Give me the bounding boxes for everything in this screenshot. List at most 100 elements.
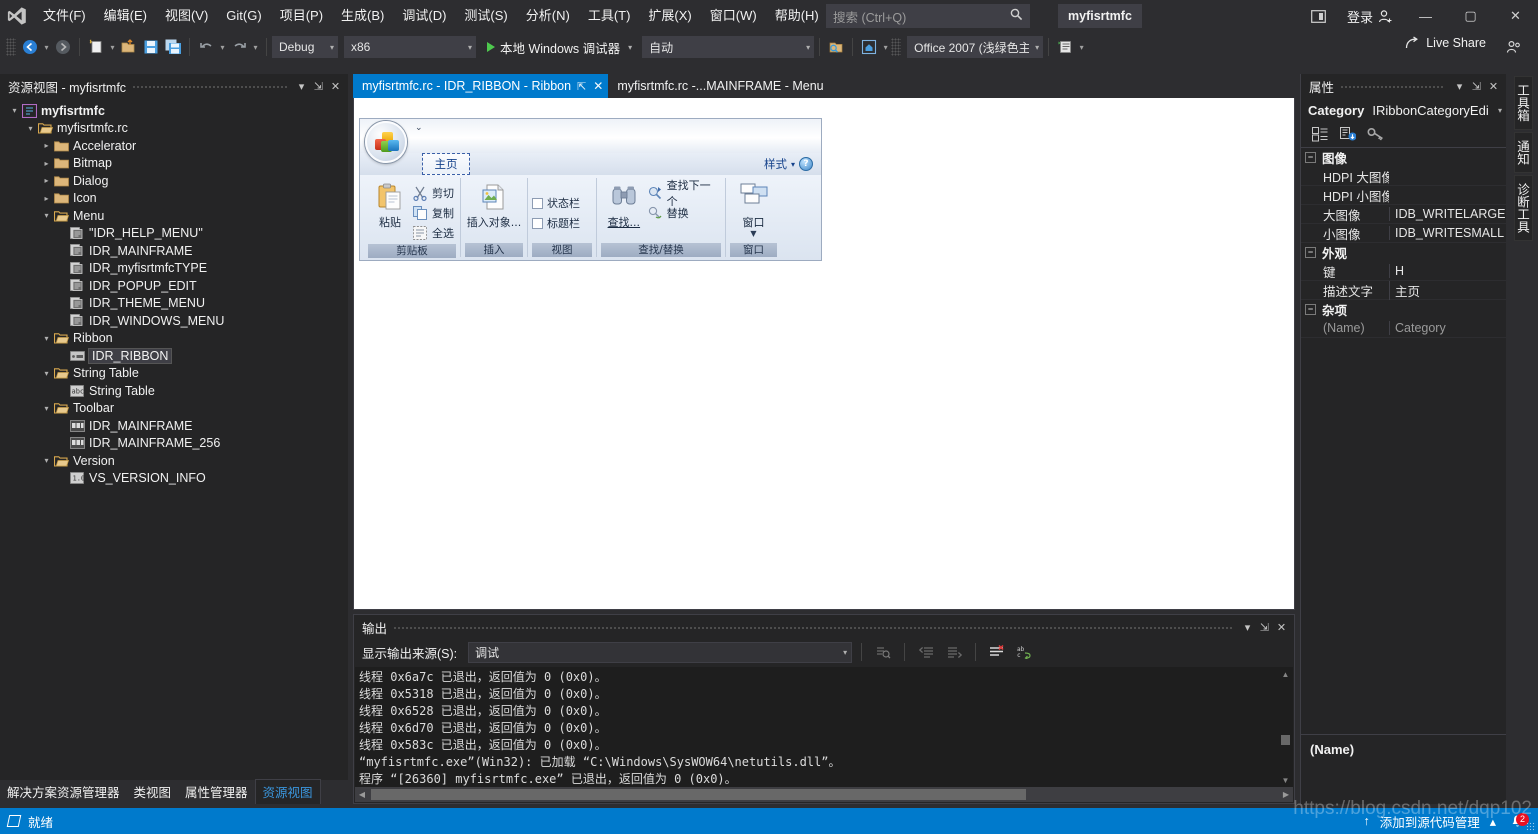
home-dropdown-icon[interactable]: ▾ [880,35,891,59]
tree-item-accelerator[interactable]: ▸ Accelerator [0,137,348,155]
expander-icon[interactable]: ▾ [40,211,53,220]
save-icon[interactable] [140,35,162,59]
left-tab-3[interactable]: 资源视图 [254,779,321,804]
tree-item-idr_popup_edit[interactable]: IDR_POPUP_EDIT [0,277,348,295]
ribbon-button-window[interactable]: 窗口 ▼ [730,182,777,238]
vertical-tab-2[interactable]: 诊断工具 [1514,174,1533,241]
panel-menu-icon[interactable]: ▾ [293,76,310,96]
property-value[interactable]: IDB_WRITESMALL [1389,226,1506,240]
help-icon[interactable]: ? [799,157,813,171]
tree-item-ribbon[interactable]: ▾ Ribbon [0,330,348,348]
tab-idr-mainframe-menu[interactable]: myfisrtmfc.rc -...MAINFRAME - Menu [608,74,829,98]
toggle-word-wrap-icon[interactable]: ab c [1013,641,1037,663]
property-row[interactable]: 键H [1301,262,1506,281]
tab-idr-ribbon[interactable]: myfisrtmfc.rc - IDR_RIBBON - Ribbon ⇱ ✕ [353,74,609,98]
start-debugging-button[interactable]: 本地 Windows 调试器 ▾ [484,35,636,59]
panel-menu-icon[interactable]: ▾ [1239,617,1256,637]
menu-item-help[interactable]: 帮助(H) [766,0,828,32]
menu-item-debug[interactable]: 调试(D) [393,0,455,32]
checkbox-icon[interactable] [532,197,543,209]
property-value[interactable]: Category [1389,321,1506,335]
left-tab-2[interactable]: 属性管理器 [178,780,255,804]
tree-item-bitmap[interactable]: ▸ Bitmap [0,155,348,173]
maximize-button[interactable]: ▢ [1448,0,1493,32]
property-value[interactable]: IDB_WRITELARGE [1389,207,1506,221]
expander-icon[interactable]: ▸ [40,141,53,150]
property-row[interactable]: 小图像 IDB_WRITESMALL [1301,224,1506,243]
new-project-icon[interactable] [85,35,107,59]
ribbon-button-cut[interactable]: 剪切 [412,183,454,202]
categorized-view-icon[interactable] [1307,124,1333,146]
tree-item-toolbar[interactable]: ▾ Toolbar [0,400,348,418]
tree-item-idr_myfisrtmfctype[interactable]: IDR_myfisrtmfcTYPE [0,260,348,278]
expander-icon[interactable]: ▾ [40,404,53,413]
minimize-button[interactable]: — [1403,0,1448,32]
scroll-left-icon[interactable]: ◀ [355,790,369,799]
auto-select[interactable]: 自动 ▾ [642,36,815,58]
menu-item-window[interactable]: 窗口(W) [701,0,766,32]
collapse-icon[interactable]: − [1305,247,1316,258]
new-project-dropdown-icon[interactable]: ▾ [107,35,118,59]
ribbon-button-select-all[interactable]: 全选 [412,223,454,242]
toolbar-grip[interactable] [6,38,16,56]
source-control-chevron-icon[interactable]: ▴ [1490,814,1496,829]
ribbon-button-find-next[interactable]: 查找下一个 [647,179,721,208]
expander-icon[interactable]: ▾ [24,124,37,133]
toolbar-grip[interactable] [891,38,902,56]
menu-item-view[interactable]: 视图(V) [156,0,217,32]
redo-icon[interactable] [228,35,250,59]
output-text-area[interactable]: 线程 0x6a7c 已退出，返回值为 0 (0x0)。 线程 0x5318 已退出… [355,667,1293,787]
expander-icon[interactable]: ▾ [40,456,53,465]
tree-item-idr_mainframe[interactable]: IDR_MAINFRAME [0,242,348,260]
resource-tree[interactable]: ▾ myfisrtmfc ▾ myfisrtmfc.rc ▸ Accelerator ▸ Bi… [0,98,348,487]
scroll-up-icon[interactable]: ▲ [1278,667,1293,681]
ribbon-designer-canvas[interactable]: ⌄ 主页 样式 ▾ ? 粘贴 剪切 复制 全选 剪贴板 插入对象... 插入 状… [353,98,1295,610]
scrollbar-track[interactable] [369,789,1279,800]
tree-item-idr_windows_menu[interactable]: IDR_WINDOWS_MENU [0,312,348,330]
property-row[interactable]: 大图像 IDB_WRITELARGE [1301,205,1506,224]
expander-icon[interactable]: ▸ [40,159,53,168]
left-panel-tabs[interactable]: 解决方案资源管理器 类视图 属性管理器 资源视图 [0,779,348,804]
menu-item-analyze[interactable]: 分析(N) [517,0,579,32]
close-icon[interactable]: ✕ [1273,617,1290,637]
property-row[interactable]: HDPI 小图像 [1301,186,1506,205]
ribbon-checkbox-statusbar[interactable]: 状态栏 [532,194,580,213]
output-horizontal-scrollbar[interactable]: ◀ ▶ [355,787,1293,802]
platform-select[interactable]: x86 ▾ [344,36,476,58]
property-row[interactable]: HDPI 大图像 [1301,167,1506,186]
tree-item-stringtable[interactable]: abc String Table [0,382,348,400]
property-value[interactable]: 主页 [1389,280,1506,300]
vertical-tab-1[interactable]: 通知 [1514,131,1533,173]
ribbon-button-replace[interactable]: 替换 [647,203,721,222]
property-grid[interactable]: − 图像 HDPI 大图像 HDPI 小图像 大图像 IDB_WRITELARGE 小图像 I… [1301,148,1506,338]
application-button-icon[interactable] [365,121,407,163]
pin-icon[interactable]: ⇲ [310,76,327,96]
menu-item-project[interactable]: 项目(P) [271,0,332,32]
tree-item-idr_theme_menu[interactable]: IDR_THEME_MENU [0,295,348,313]
search-input[interactable]: 搜索 (Ctrl+Q) [826,4,1030,28]
ribbon-preview[interactable]: ⌄ 主页 样式 ▾ ? 粘贴 剪切 复制 全选 剪贴板 插入对象... 插入 状… [359,118,822,261]
tree-item-idr_mainframe[interactable]: IDR_MAINFRAME [0,417,348,435]
alphabetical-view-icon[interactable] [1335,124,1361,146]
property-row[interactable]: 描述文字 主页 [1301,280,1506,300]
tree-item-stringtable[interactable]: ▾ String Table [0,365,348,383]
tree-item-vs_version_info[interactable]: 1.0 VS_VERSION_INFO [0,470,348,488]
redo-dropdown-icon[interactable]: ▾ [250,35,261,59]
expander-icon[interactable]: ▸ [40,176,53,185]
menu-item-git[interactable]: Git(G) [217,0,270,32]
configuration-select[interactable]: Debug ▾ [272,36,338,58]
go-to-next-message-icon[interactable] [942,641,966,663]
tree-item-myfisrtmfcrc[interactable]: ▾ myfisrtmfc.rc [0,120,348,138]
navigate-back-dropdown-icon[interactable]: ▾ [41,35,52,59]
undo-icon[interactable] [195,35,217,59]
property-value[interactable]: H [1389,264,1506,278]
go-to-previous-message-icon[interactable] [914,641,938,663]
source-control-up-icon[interactable]: ↑ [1363,814,1369,828]
scroll-down-icon[interactable]: ▼ [1278,773,1293,787]
close-icon[interactable]: ✕ [1485,76,1502,96]
menu-item-build[interactable]: 生成(B) [332,0,393,32]
tree-item-idr_mainframe_256[interactable]: IDR_MAINFRAME_256 [0,435,348,453]
find-message-icon[interactable] [871,641,895,663]
pin-icon[interactable]: ⇲ [1468,76,1485,96]
properties-object-select[interactable]: Category IRibbonCategoryEdi ▾ [1301,98,1506,122]
